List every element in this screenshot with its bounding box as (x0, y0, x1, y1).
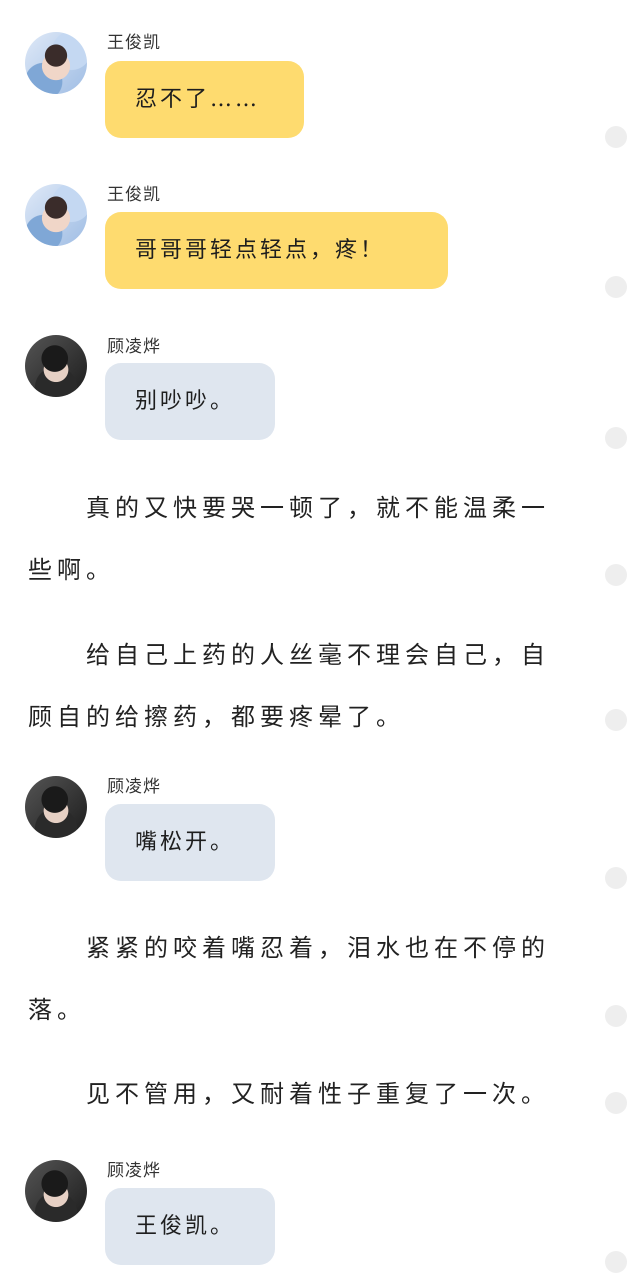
avatar-wangjunkai[interactable] (25, 184, 87, 246)
comment-dot-icon[interactable] (605, 1092, 627, 1114)
narration-paragraph: 见不管用，又耐着性子重复了一次。 (86, 1080, 550, 1108)
speaker-name: 王俊凯 (107, 33, 161, 53)
message-bubble: 嘴松开。 (105, 804, 275, 881)
message-bubble: 别吵吵。 (105, 363, 275, 440)
message-bubble: 忍不了…… (105, 61, 304, 138)
speaker-name: 王俊凯 (107, 185, 161, 205)
comment-dot-icon[interactable] (605, 1251, 627, 1273)
narration-paragraph: 真的又快要哭一顿了，就不能温柔一些啊。 (28, 494, 550, 584)
comment-dot-icon[interactable] (605, 564, 627, 586)
comment-dot-icon[interactable] (605, 276, 627, 298)
comment-dot-icon[interactable] (605, 1005, 627, 1027)
speaker-name: 顾凌烨 (107, 777, 161, 797)
avatar-gulingye[interactable] (25, 1160, 87, 1222)
message-bubble: 王俊凯。 (105, 1188, 275, 1265)
comment-dot-icon[interactable] (605, 867, 627, 889)
narration-paragraph: 给自己上药的人丝毫不理会自己，自顾自的给擦药，都要疼晕了。 (28, 641, 550, 731)
avatar-wangjunkai[interactable] (25, 32, 87, 94)
avatar-gulingye[interactable] (25, 776, 87, 838)
narration-paragraph: 紧紧的咬着嘴忍着，泪水也在不停的落。 (28, 934, 550, 1024)
speaker-name: 顾凌烨 (107, 337, 161, 357)
avatar-gulingye[interactable] (25, 335, 87, 397)
comment-dot-icon[interactable] (605, 126, 627, 148)
comment-dot-icon[interactable] (605, 709, 627, 731)
comment-dot-icon[interactable] (605, 427, 627, 449)
message-bubble: 哥哥哥轻点轻点，疼！ (105, 212, 448, 289)
speaker-name: 顾凌烨 (107, 1161, 161, 1181)
